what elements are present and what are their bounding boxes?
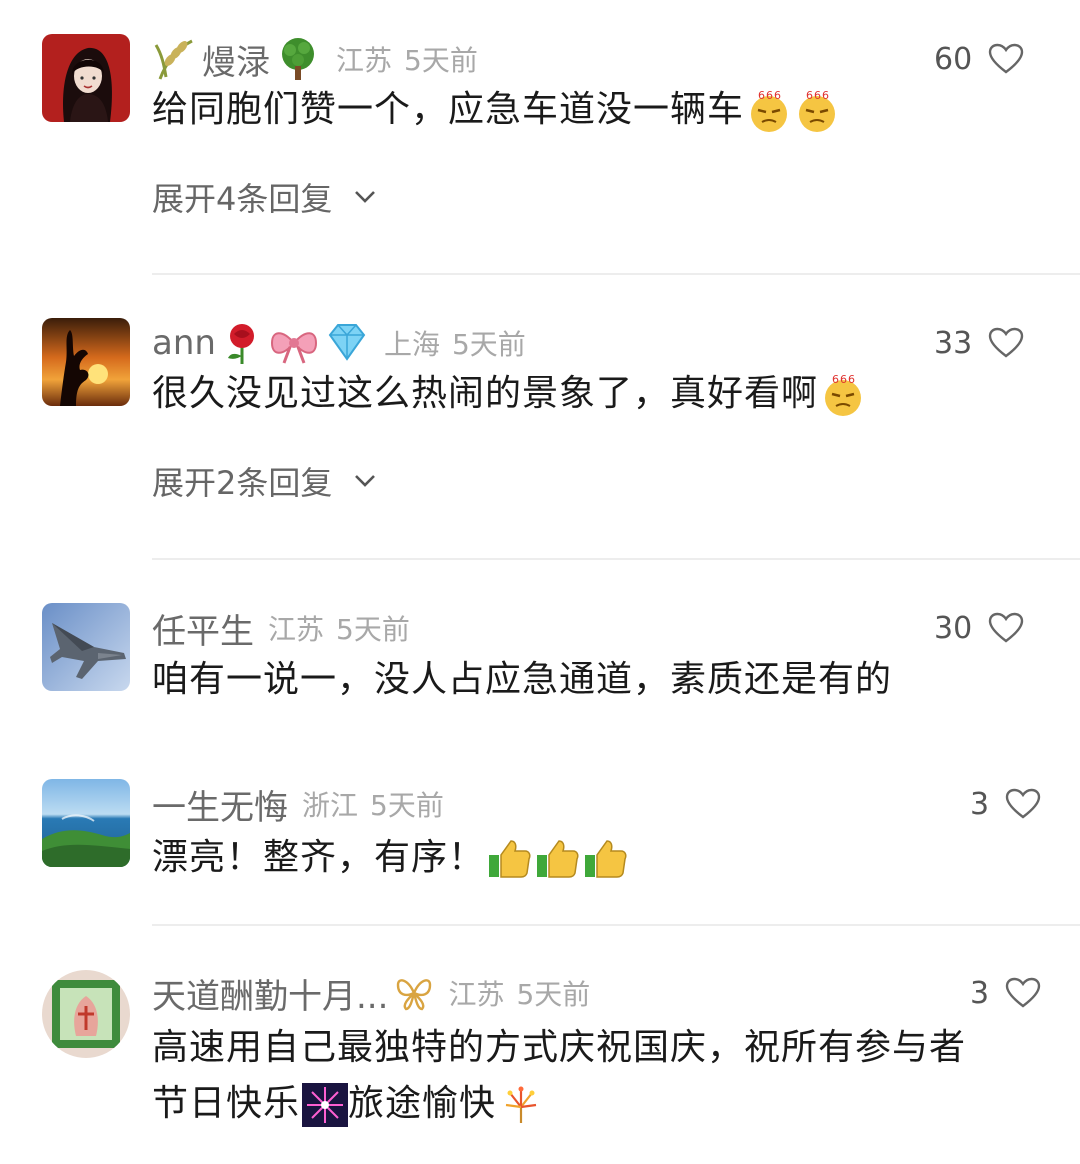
- location: 江苏: [448, 978, 505, 1011]
- comment-text-content: 很久没见过这么热闹的景象了，真好看啊: [152, 373, 819, 414]
- location: 江苏: [268, 613, 325, 646]
- butterfly-icon: [394, 975, 434, 1011]
- comment-text: 给同胞们赞一个，应急车道没一辆车 666 666: [152, 82, 840, 138]
- like-count: 3: [970, 975, 990, 1011]
- comment-text-content: 咱有一说一，没人占应急通道，素质还是有的: [152, 659, 893, 700]
- comment-meta: 任平生 江苏 5天前: [152, 604, 410, 653]
- wheat-icon: [152, 37, 198, 81]
- username[interactable]: 一生无悔: [152, 780, 288, 829]
- firework-icon: [302, 1083, 349, 1127]
- comment-text-content: 漂亮！整齐，有序！: [152, 837, 486, 878]
- thumbs-up-icon: [583, 837, 629, 881]
- username[interactable]: 天道酬勤十月...: [152, 969, 388, 1018]
- heart-icon[interactable]: [988, 612, 1024, 644]
- like-button[interactable]: 33: [934, 320, 1024, 366]
- comment-meta: 天道酬勤十月... 江苏 5天前: [152, 969, 591, 1018]
- svg-text:666: 666: [832, 373, 856, 386]
- divider: [152, 924, 1080, 926]
- firework-icon: [498, 1083, 544, 1127]
- emoji-666-icon: 666: [794, 88, 840, 134]
- timestamp: 5天前: [516, 978, 591, 1011]
- thumbs-up-icon: [487, 837, 533, 881]
- like-count: 3: [970, 786, 990, 822]
- comment-text: 节日快乐 旅途愉快: [152, 1076, 544, 1132]
- chevron-down-icon: [354, 474, 376, 488]
- tree-icon: [274, 36, 322, 82]
- like-button[interactable]: 3: [970, 970, 1041, 1016]
- comment-text-line: 旅途愉快: [348, 1083, 497, 1124]
- heart-icon[interactable]: [1005, 977, 1041, 1009]
- comment-text-line: 高速用自己最独特的方式庆祝国庆，祝所有参与者: [152, 1027, 967, 1068]
- avatar-image: [42, 779, 130, 867]
- like-count: 33: [934, 325, 973, 361]
- bow-icon: [268, 321, 320, 365]
- divider: [152, 558, 1080, 560]
- like-button[interactable]: 30: [934, 605, 1024, 651]
- comment-text-content: 给同胞们赞一个，应急车道没一辆车: [152, 89, 745, 130]
- like-button[interactable]: 3: [970, 781, 1041, 827]
- heart-icon[interactable]: [988, 327, 1024, 359]
- emoji-666-icon: 666: [746, 88, 792, 134]
- diamond-icon: [324, 323, 370, 363]
- emoji-666-icon: 666: [820, 372, 866, 418]
- expand-replies-label: 展开4条回复: [152, 180, 333, 218]
- like-button[interactable]: 60: [934, 36, 1024, 82]
- timestamp: 5天前: [336, 613, 410, 646]
- comment-text-line: 节日快乐: [152, 1083, 301, 1124]
- timestamp: 5天前: [370, 789, 444, 822]
- avatar-image: [42, 603, 130, 691]
- comment-text: 高速用自己最独特的方式庆祝国庆，祝所有参与者: [152, 1020, 966, 1076]
- heart-icon[interactable]: [1005, 788, 1041, 820]
- svg-text:666: 666: [806, 89, 830, 102]
- comment-text: 漂亮！整齐，有序！: [152, 830, 629, 886]
- comment-text: 咱有一说一，没人占应急通道，素质还是有的: [152, 652, 892, 708]
- avatar[interactable]: [42, 603, 130, 691]
- expand-replies-label: 展开2条回复: [152, 464, 333, 502]
- thumbs-up-icon: [535, 837, 581, 881]
- location: 江苏: [336, 44, 393, 77]
- svg-text:666: 666: [758, 89, 782, 102]
- divider: [152, 273, 1080, 275]
- location: 浙江: [302, 789, 359, 822]
- username[interactable]: ann: [152, 323, 216, 363]
- comment-text: 很久没见过这么热闹的景象了，真好看啊 666: [152, 366, 866, 422]
- avatar[interactable]: [42, 318, 130, 406]
- avatar-image: [42, 970, 130, 1058]
- avatar[interactable]: [42, 779, 130, 867]
- location: 上海: [383, 328, 440, 361]
- like-count: 30: [934, 610, 973, 646]
- avatar[interactable]: [42, 34, 130, 122]
- username[interactable]: 任平生: [152, 604, 254, 653]
- rose-icon: [220, 320, 264, 366]
- timestamp: 5天前: [451, 328, 526, 361]
- expand-replies-button[interactable]: 展开2条回复: [152, 458, 376, 504]
- avatar-image: [42, 318, 130, 406]
- avatar-image: [42, 34, 130, 122]
- expand-replies-button[interactable]: 展开4条回复: [152, 174, 376, 220]
- like-count: 60: [934, 41, 973, 77]
- timestamp: 5天前: [404, 44, 478, 77]
- heart-icon[interactable]: [988, 43, 1024, 75]
- comment-meta: ann 上海 5天前: [152, 320, 526, 366]
- chevron-down-icon: [354, 190, 376, 204]
- username[interactable]: 熳渌: [202, 35, 270, 84]
- comment-meta: 熳渌 江苏 5天前: [152, 35, 478, 84]
- avatar[interactable]: [42, 970, 130, 1058]
- comment-meta: 一生无悔 浙江 5天前: [152, 780, 444, 829]
